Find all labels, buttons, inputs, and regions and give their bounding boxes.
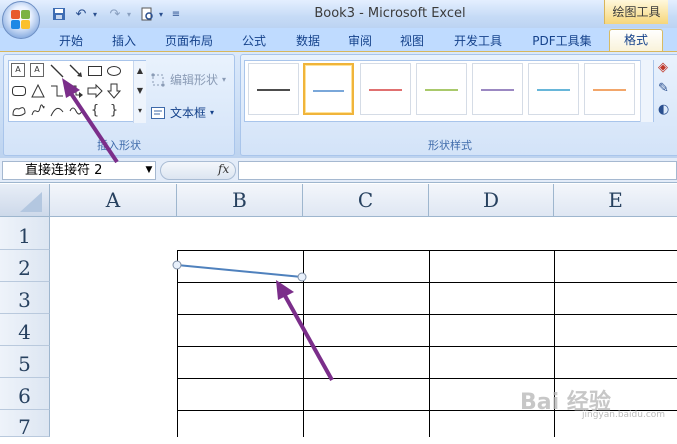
sheet-overlay — [0, 0, 677, 437]
office-button[interactable] — [2, 1, 40, 39]
office-logo-icon — [11, 10, 31, 30]
baidu-watermark-url: jingyan.baidu.com — [582, 410, 665, 420]
connector-start-handle — [173, 261, 181, 269]
connector-end-handle — [298, 273, 306, 281]
annotation-arrow-top — [62, 78, 117, 162]
straight-connector-2[interactable] — [173, 261, 306, 281]
